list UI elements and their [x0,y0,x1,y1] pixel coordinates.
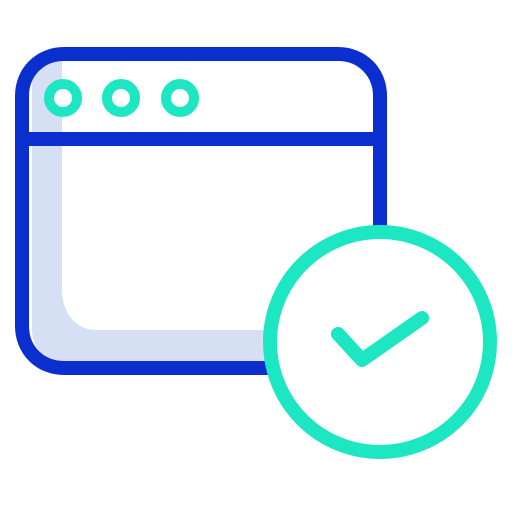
window-dot-icon [44,79,82,117]
icon-canvas [0,0,512,512]
browser-window-check-icon [15,47,497,459]
window-dot-icon [102,79,140,117]
window-dot-icon [161,79,199,117]
